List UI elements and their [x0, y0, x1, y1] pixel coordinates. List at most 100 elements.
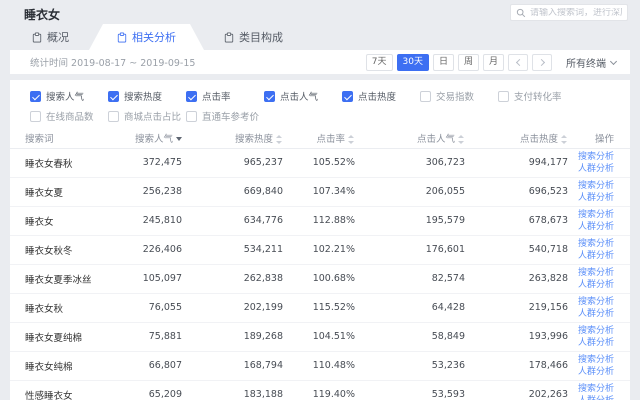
metric-checkbox-item[interactable]: 点击人气: [264, 89, 342, 103]
keyword-cell: 睡衣女: [10, 206, 95, 236]
search-popularity-cell: 66,807: [95, 351, 190, 381]
chevron-left-icon: [515, 58, 523, 66]
sort-both-icon: [348, 134, 355, 144]
actions-cell: 搜索分析 人群分析: [576, 351, 630, 381]
search-analysis-link[interactable]: 搜索分析: [576, 151, 614, 163]
crowd-analysis-link[interactable]: 人群分析: [576, 221, 614, 233]
search-analysis-link[interactable]: 搜索分析: [576, 325, 614, 337]
metric-checkbox-item[interactable]: 商城点击占比: [108, 109, 186, 123]
checkbox-icon[interactable]: [264, 90, 275, 102]
crowd-analysis-link[interactable]: 人群分析: [576, 395, 614, 400]
table-row: 睡衣女春秋 372,475 965,237 105.52% 306,723 99…: [10, 148, 630, 178]
search-popularity-cell: 76,055: [95, 293, 190, 323]
column-header[interactable]: 点击热度: [473, 128, 576, 149]
tab[interactable]: 概况: [12, 24, 89, 50]
metric-filters: 搜索人气 搜索热度 点击率 点击人气 点击热度 交易指数 支付转化率 在线商品数…: [10, 88, 630, 124]
crowd-analysis-link[interactable]: 人群分析: [576, 279, 614, 291]
terminal-select[interactable]: 所有终端: [566, 55, 618, 70]
click-popularity-cell: 64,428: [363, 293, 473, 323]
metric-checkbox-item[interactable]: 支付转化率: [498, 89, 576, 103]
checkbox-icon[interactable]: [30, 110, 41, 122]
metric-label: 搜索热度: [124, 92, 163, 103]
prev-button[interactable]: [508, 53, 528, 71]
search-analysis-link[interactable]: 搜索分析: [576, 209, 614, 221]
checkbox-icon[interactable]: [186, 110, 197, 122]
column-header: 搜索词: [10, 128, 95, 149]
keyword-cell: 性感睡衣女: [10, 380, 95, 400]
tab[interactable]: 相关分析: [89, 24, 204, 50]
range-button[interactable]: 30天: [396, 53, 429, 71]
table-row: 睡衣女秋 76,055 202,199 115.52% 64,428 219,1…: [10, 293, 630, 323]
range-button[interactable]: 周: [457, 53, 479, 71]
tab-label: 类目构成: [239, 31, 283, 44]
crowd-analysis-link[interactable]: 人群分析: [576, 366, 614, 378]
metric-label: 支付转化率: [514, 92, 562, 103]
column-header[interactable]: 搜索人气: [95, 128, 190, 149]
sort-both-icon: [561, 134, 568, 144]
tab[interactable]: 类目构成: [204, 24, 303, 50]
range-button-group: 7天 30天日周月: [365, 53, 504, 71]
column-header[interactable]: 搜索热度: [190, 128, 291, 149]
column-label: 点击热度: [519, 133, 558, 145]
sort-both-icon: [276, 134, 283, 144]
checkbox-icon[interactable]: [108, 90, 119, 102]
keyword-cell: 睡衣女秋冬: [10, 235, 95, 265]
crowd-analysis-link[interactable]: 人群分析: [576, 192, 614, 204]
checkbox-icon[interactable]: [108, 110, 119, 122]
date-controls: 7天 30天日周月 所有终端: [365, 53, 618, 71]
column-header: 操作: [576, 128, 630, 149]
search-popularity-cell: 105,097: [95, 264, 190, 294]
sort-desc-icon: [176, 137, 182, 142]
actions-cell: 搜索分析 人群分析: [576, 293, 630, 323]
checkbox-icon[interactable]: [420, 90, 431, 102]
actions-cell: 搜索分析 人群分析: [576, 380, 630, 400]
column-label: 点击人气: [416, 133, 455, 145]
search-heat-cell: 183,188: [190, 380, 291, 400]
crowd-analysis-link[interactable]: 人群分析: [576, 308, 614, 320]
metric-checkbox-item[interactable]: 搜索热度: [108, 89, 186, 103]
search-popularity-cell: 75,881: [95, 322, 190, 352]
actions-cell: 搜索分析 人群分析: [576, 206, 630, 236]
search-input[interactable]: [530, 7, 622, 18]
column-header[interactable]: 点击人气: [363, 128, 473, 149]
chevron-down-icon: [609, 57, 618, 65]
checkbox-icon[interactable]: [30, 90, 41, 102]
click-heat-cell: 263,828: [473, 264, 576, 294]
search-analysis-link[interactable]: 搜索分析: [576, 354, 614, 366]
keyword-cell: 睡衣女夏季冰丝: [10, 264, 95, 294]
crowd-analysis-link[interactable]: 人群分析: [576, 163, 614, 175]
search-analysis-link[interactable]: 搜索分析: [576, 180, 614, 192]
search-analysis-link[interactable]: 搜索分析: [576, 238, 614, 250]
checkbox-icon[interactable]: [498, 90, 509, 102]
search-popularity-cell: 65,209: [95, 380, 190, 400]
actions-cell: 搜索分析 人群分析: [576, 235, 630, 265]
metric-checkbox-item[interactable]: 交易指数: [420, 89, 498, 103]
metric-checkbox-item[interactable]: 搜索人气: [30, 89, 108, 103]
keyword-cell: 睡衣女夏: [10, 177, 95, 207]
search-popularity-cell: 245,810: [95, 206, 190, 236]
column-header[interactable]: 点击率: [291, 128, 363, 149]
range-button[interactable]: 日: [432, 53, 454, 71]
click-popularity-cell: 206,055: [363, 177, 473, 207]
ctr-cell: 102.21%: [291, 235, 363, 265]
checkbox-icon[interactable]: [342, 90, 353, 102]
metric-checkbox-item[interactable]: 在线商品数: [30, 109, 108, 123]
crowd-analysis-link[interactable]: 人群分析: [576, 337, 614, 349]
search-analysis-link[interactable]: 搜索分析: [576, 383, 614, 395]
range-button[interactable]: 月: [482, 53, 504, 71]
next-button[interactable]: [532, 53, 552, 71]
checkbox-icon[interactable]: [186, 90, 197, 102]
keyword-search-box[interactable]: [510, 4, 628, 21]
search-analysis-link[interactable]: 搜索分析: [576, 296, 614, 308]
metric-checkbox-item[interactable]: 直通车参考价: [186, 109, 264, 123]
search-analysis-link[interactable]: 搜索分析: [576, 267, 614, 279]
metric-checkbox-item[interactable]: 点击率: [186, 89, 264, 103]
table-row: 睡衣女 245,810 634,776 112.88% 195,579 678,…: [10, 206, 630, 236]
metric-checkbox-item[interactable]: 点击热度: [342, 89, 420, 103]
filter-toolbar: 统计时间 2019-08-17 ~ 2019-09-15 7天 30天日周月 所有…: [10, 50, 630, 74]
range-button[interactable]: 7天: [365, 53, 393, 71]
table-header-row: 搜索词 搜索人气 搜索热度 点击率 点击人气 点击热度 操作: [10, 128, 630, 149]
crowd-analysis-link[interactable]: 人群分析: [576, 250, 614, 262]
search-popularity-cell: 256,238: [95, 177, 190, 207]
metric-label: 在线商品数: [46, 112, 94, 123]
